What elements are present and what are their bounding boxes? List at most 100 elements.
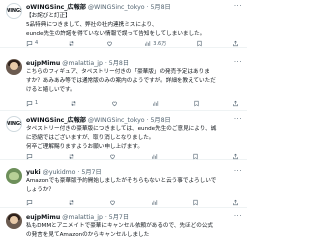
avatar[interactable]: WINGS [6, 3, 22, 19]
post-line: こちらのフィギュア、タペストリー付きの「豪華版」の発売予定はありま [26, 69, 210, 75]
views-icon [145, 40, 151, 46]
post-line: 【お詫びと訂正】 [26, 13, 71, 19]
author-handle[interactable]: @yukidmo [43, 169, 76, 176]
post[interactable]: yuki @yukidmo · 5月7日 ··· Amazonでも豪華版予約開始… [0, 165, 247, 208]
bookmark-button[interactable] [192, 199, 199, 206]
author-handle[interactable]: @WINGSinc_tokyo [88, 4, 145, 11]
post-line: 私もDMMとアニメイトで豪華にキャンセル依頼があるので、先ほどの公式 [26, 223, 214, 229]
author-name[interactable]: oWINGSinc_広報部 [26, 4, 86, 11]
repost-button[interactable] [68, 199, 77, 206]
author-handle[interactable]: @malattia_jp [62, 214, 103, 221]
like-button[interactable] [111, 100, 120, 107]
views-button[interactable] [152, 100, 161, 107]
post-line: eunde先生の許諾を得ていない情報で誤って告知をしてしまいました。 [26, 31, 206, 37]
reply-icon [26, 40, 33, 46]
post-actions: 4 3.6万 [26, 39, 239, 47]
views-button[interactable] [151, 199, 160, 206]
bookmark-button[interactable] [192, 153, 199, 160]
separator: · [77, 169, 80, 176]
author-handle[interactable]: @malattia_jp [62, 60, 103, 67]
post-header: oWINGSinc_広報部 @WINGSinc_tokyo · 5月8日 [26, 3, 243, 12]
reply-button[interactable]: 4 [26, 40, 38, 47]
reply-count: 4 [35, 40, 39, 46]
avatar[interactable]: WINGS [6, 116, 22, 132]
views-icon [151, 153, 157, 159]
reply-button[interactable]: 1 [26, 100, 38, 107]
post-text: タペストリー付きの豪華版につきましては、eunde先生のご意見により、誠 に恐縮… [26, 125, 241, 152]
like-button[interactable] [109, 153, 118, 160]
bookmark-button[interactable] [196, 40, 203, 47]
reply-button[interactable] [26, 153, 35, 160]
author-name[interactable]: yuki [26, 169, 41, 176]
post-actions [26, 198, 239, 206]
repost-button[interactable] [70, 100, 79, 107]
author-name[interactable]: eujpMimu [26, 214, 60, 221]
like-icon [110, 154, 116, 159]
reply-icon [26, 100, 33, 106]
avatar[interactable] [6, 168, 22, 184]
post-line: しょうか？ [26, 187, 54, 193]
post[interactable]: WINGS oWINGSinc_広報部 @WINGSinc_tokyo · 5月… [0, 113, 247, 160]
post-text: Amazonでも豪華版予約開始しましたがそちらもないと云う事でよろしいで しょう… [26, 177, 241, 195]
share-button[interactable] [232, 100, 239, 107]
post-actions [26, 152, 239, 160]
reply-thread: WINGS oWINGSinc_広報部 @WINGSinc_tokyo · 5月… [0, 0, 247, 250]
views-count: 3.6万 [153, 40, 167, 47]
like-button[interactable] [109, 199, 118, 206]
post-actions: 1 [26, 99, 239, 107]
post-header: yuki @yukidmo · 5月7日 [26, 168, 243, 177]
more-horizontal-icon[interactable]: ··· [234, 58, 242, 66]
views-button[interactable] [151, 153, 160, 160]
reply-count: 1 [35, 100, 39, 106]
post-line: タペストリー付きの豪華版につきましては、eunde先生のご意見により、誠 [26, 126, 217, 132]
post[interactable]: eujpMimu @malattia_jp · 5月8日 ··· こちらのフィギ… [0, 56, 247, 111]
more-horizontal-icon[interactable]: ··· [234, 2, 242, 10]
like-icon [112, 101, 117, 106]
post[interactable]: eujpMimu @malattia_jp · 5月7日 ··· 私もDMMとア… [0, 210, 247, 250]
separator: · [104, 60, 107, 67]
repost-icon [71, 100, 76, 106]
post-text: 私もDMMとアニメイトで豪華にキャンセル依頼があるので、先ほどの公式 の発言を見… [26, 222, 241, 240]
author-name[interactable]: oWINGSinc_広報部 [26, 117, 86, 124]
like-icon [107, 41, 112, 46]
more-horizontal-icon[interactable]: ··· [234, 212, 242, 220]
bookmark-button[interactable] [193, 100, 200, 107]
post-date[interactable]: 5月8日 [109, 60, 129, 67]
more-horizontal-icon[interactable]: ··· [234, 115, 242, 123]
post-line: Amazonでも豪華版予約開始しましたがそちらもないと云う事でよろしいで [26, 178, 217, 184]
repost-button[interactable] [68, 40, 77, 47]
bookmark-icon [197, 40, 202, 46]
avatar[interactable] [6, 59, 22, 75]
author-name[interactable]: eujpMimu [26, 60, 60, 67]
post-date[interactable]: 5月7日 [109, 214, 129, 221]
post-line: に恐縮ではございますが、取り消しとなりました。 [26, 135, 155, 141]
share-button[interactable] [232, 153, 239, 160]
views-button[interactable]: 3.6万 [144, 40, 166, 47]
views-icon [153, 100, 159, 106]
share-button[interactable] [232, 199, 239, 206]
reply-icon [26, 153, 33, 159]
post-date[interactable]: 5月8日 [150, 117, 170, 124]
post-line: の発言を見てAmazonのからキャンセルしました [26, 232, 150, 238]
repost-icon [69, 153, 73, 159]
post-line: 5品特典につきまして、弊社の社内連携ミスにより、 [26, 22, 158, 28]
bookmark-icon [193, 199, 198, 205]
post[interactable]: WINGS oWINGSinc_広報部 @WINGSinc_tokyo · 5月… [0, 0, 247, 48]
share-button[interactable] [232, 40, 239, 47]
separator: · [146, 117, 149, 124]
avatar[interactable] [6, 213, 22, 229]
post-header: eujpMimu @malattia_jp · 5月8日 [26, 59, 243, 68]
post-text: 【お詫びと訂正】 5品特典につきまして、弊社の社内連携ミスにより、 eunde先… [26, 12, 241, 39]
share-icon [233, 40, 238, 46]
post-date[interactable]: 5月8日 [150, 4, 170, 11]
like-button[interactable] [106, 40, 115, 47]
more-horizontal-icon[interactable]: ··· [234, 167, 242, 175]
post-line: 何卒ご理解賜りますようお願い申し上げます。 [26, 144, 143, 150]
repost-button[interactable] [68, 153, 77, 160]
post-date[interactable]: 5月7日 [81, 169, 101, 176]
author-handle[interactable]: @WINGSinc_tokyo [88, 117, 145, 124]
views-icon [151, 199, 157, 205]
reply-button[interactable] [26, 199, 35, 206]
post-line: すか？あみあみ等では通常版のみの案内のようですが。詳細を教えていただ [26, 78, 216, 84]
share-icon [233, 199, 238, 205]
